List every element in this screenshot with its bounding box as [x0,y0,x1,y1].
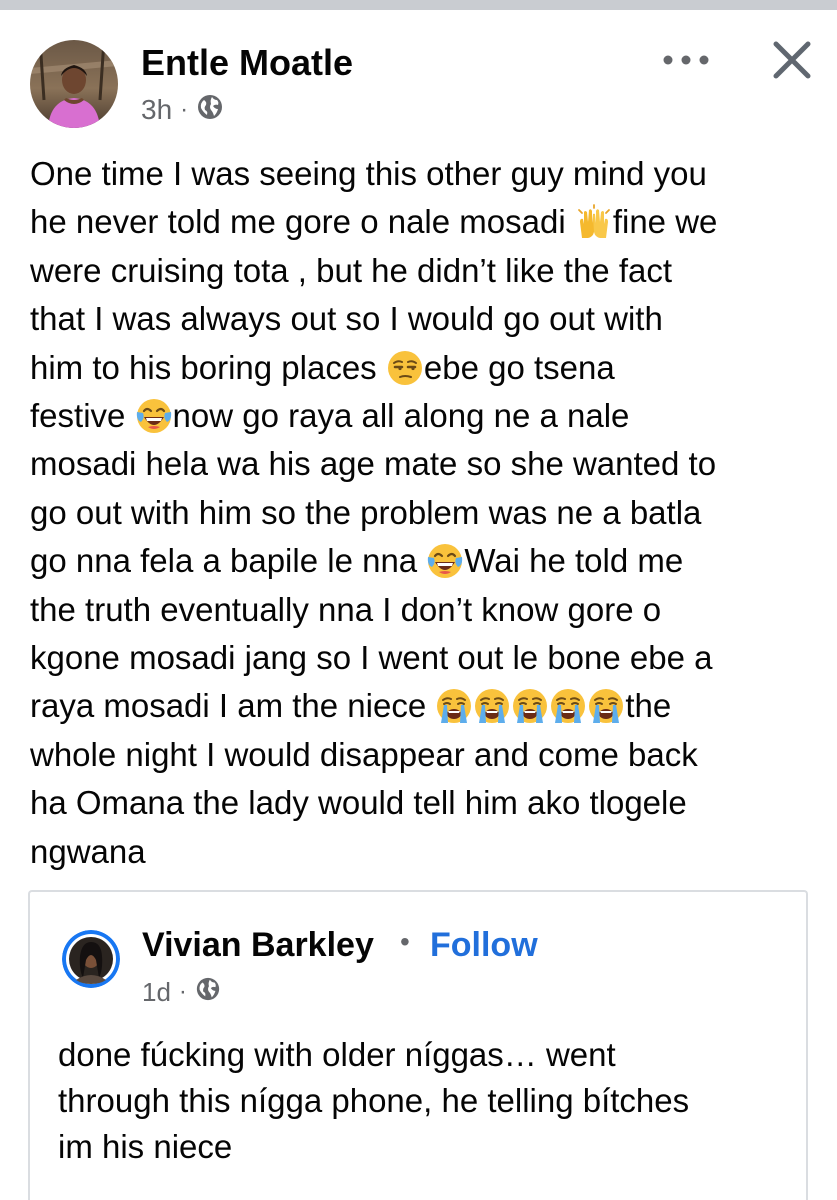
author-avatar[interactable] [30,40,118,128]
shared-post-card[interactable]: Vivian Barkley • Follow 1d · done fúckin… [28,890,808,1200]
shared-post-time[interactable]: 1d [142,977,171,1008]
top-edge-strip [0,0,837,10]
post-text-segment: Wai he told me [464,542,684,580]
emoji-icon [587,687,625,724]
post-text-segment: go nna fela a bapile le nna [30,542,427,580]
follow-button[interactable]: Follow [430,926,538,965]
shared-author-avatar[interactable] [62,930,120,988]
post-text-line: that I was always out so I would go out … [30,295,820,343]
emoji-icon [135,397,173,434]
close-icon [773,41,811,79]
post-text-line: him to his boring places ebe go tsena [30,344,820,392]
post-text-line: were cruising tota , but he didn’t like … [30,247,820,295]
post-text-line: whole night I would disappear and come b… [30,731,820,779]
post-text-segment: whole night I would disappear and come b… [30,735,698,773]
more-options-button[interactable] [655,40,717,80]
post-text-segment: the [625,687,672,725]
shared-text-line: through this nígga phone, he telling bít… [58,1082,690,1119]
post-text-segment: raya mosadi I am the niece [30,687,436,725]
post-text-segment: festive [30,397,135,435]
post-text-line: One time I was seeing this other guy min… [30,150,820,198]
emoji-icon [435,687,473,724]
post-text-segment: go out with him so the problem was ne a … [30,493,702,531]
shared-text-line: done fúcking with older níggas… went [58,1036,616,1073]
post-meta: 3h · [141,92,224,128]
post-text-line: ha Omana the lady would tell him ako tlo… [30,779,820,827]
post-text-segment: One time I was seeing this other guy min… [30,155,707,192]
globe-icon [196,93,224,128]
post-text-segment: him to his boring places [30,348,386,386]
post-text-line: festive now go raya all along ne a nale [30,392,820,440]
author-name[interactable]: Entle Moatle [141,42,353,84]
emoji-icon [386,349,424,386]
emoji-icon [549,687,587,724]
post-text-segment: ha Omana the lady would tell him ako tlo… [30,784,687,822]
post-text-line: go out with him so the problem was ne a … [30,489,820,537]
emoji-icon [575,203,613,240]
shared-author-name[interactable]: Vivian Barkley [142,926,374,965]
post-text-segment: the truth eventually nna I don’t know go… [30,590,662,628]
post-text-segment: fine we [612,203,718,241]
emoji-icon [473,687,511,724]
post-time[interactable]: 3h [141,94,172,126]
shared-text-line: im his niece [58,1128,233,1165]
post-text-line: go nna fela a bapile le nna Wai he told … [30,537,820,585]
close-button[interactable] [764,32,820,88]
post-text-line: he never told me gore o nale mosadi fine… [30,198,820,246]
shared-meta-separator: · [178,978,187,1005]
post-text-line: ngwana [30,828,820,876]
post-text-segment: that I was always out so I would go out … [30,300,663,338]
post-text-segment: he never told me gore o nale mosadi [30,203,575,241]
post-text-segment: ebe go tsena [423,348,615,386]
post-text-line: mosadi hela wa his age mate so she wante… [30,440,820,488]
post-text-line: kgone mosadi jang so I went out le bone … [30,634,820,682]
post-text-segment: were cruising tota , but he didn’t like … [30,251,673,289]
shared-post-text: done fúcking with older níggas… went thr… [58,1032,798,1170]
post-text-line: raya mosadi I am the niece the [30,682,820,730]
shared-post-meta: 1d · [142,976,221,1008]
post-text-segment: ngwana [30,832,146,870]
post-text-segment: kgone mosadi jang so I went out le bone … [30,639,713,677]
meta-separator: · [180,96,189,123]
facebook-post-screenshot: Entle Moatle 3h · One time I was seeing … [0,0,837,1200]
post-text-segment: now go raya all along ne a nale [172,397,630,435]
post-text-line: the truth eventually nna I don’t know go… [30,586,820,634]
more-horizontal-icon [663,55,709,65]
emoji-icon [426,542,464,579]
post-text-segment: mosadi hela wa his age mate so she wante… [30,445,717,483]
shared-name-separator: • [400,926,410,957]
emoji-icon [511,687,549,724]
post-text: One time I was seeing this other guy min… [30,150,820,876]
globe-icon [195,976,221,1009]
